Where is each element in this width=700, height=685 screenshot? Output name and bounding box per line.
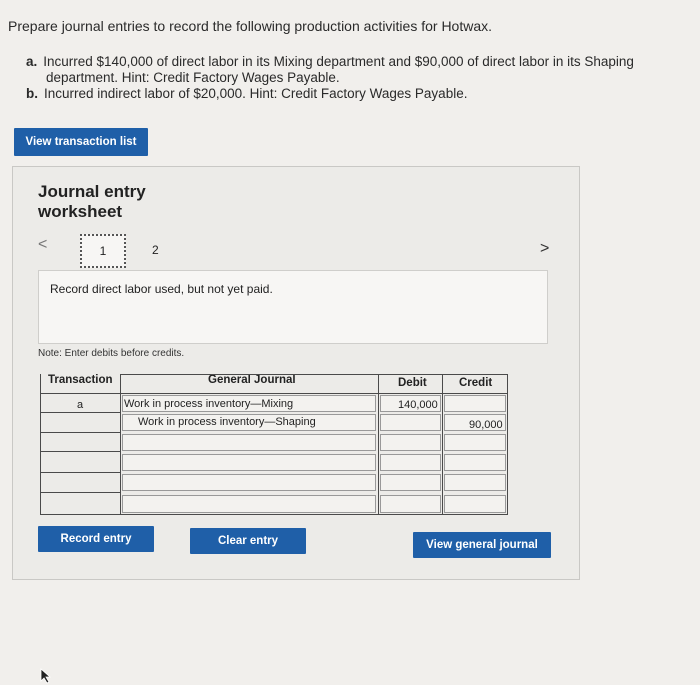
row-5-debit-input[interactable]: [380, 474, 441, 491]
row-5-account-select[interactable]: [122, 474, 376, 491]
item-a: a. Incurred $140,000 of direct labor in i…: [26, 54, 634, 70]
worksheet-title: Journal entry worksheet: [38, 182, 146, 222]
row-1-debit: 140,000: [398, 399, 438, 411]
entry-description: Record direct labor used, but not yet pa…: [50, 282, 273, 296]
rule: [40, 451, 120, 452]
row-2-account: Work in process inventory—Shaping: [138, 416, 316, 428]
rule: [40, 393, 120, 394]
rule: [40, 374, 41, 515]
item-a-label: a.: [26, 54, 38, 69]
row-1-transaction: a: [77, 399, 84, 411]
row-4-debit-input[interactable]: [380, 454, 441, 471]
row-6-debit-input[interactable]: [380, 495, 441, 513]
rule: [120, 514, 508, 515]
view-transaction-list-button[interactable]: View transaction list: [14, 128, 148, 156]
worksheet-title-line1: Journal entry: [38, 182, 146, 201]
view-general-journal-button[interactable]: View general journal: [413, 532, 551, 558]
rule: [40, 492, 120, 493]
page-tab-1[interactable]: 1: [80, 234, 126, 268]
row-6-credit-input[interactable]: [444, 495, 506, 513]
header-general-journal: General Journal: [208, 374, 296, 386]
chevron-right-icon[interactable]: >: [540, 240, 549, 258]
header-transaction: Transaction: [48, 374, 113, 386]
rule: [40, 472, 120, 473]
rule: [378, 374, 379, 515]
row-4-account-select[interactable]: [122, 454, 376, 471]
worksheet-title-line2: worksheet: [38, 202, 123, 221]
journal-worksheet-panel: [12, 166, 580, 580]
item-b-label: b.: [26, 86, 38, 101]
rule: [120, 374, 508, 375]
page-tab-1-label: 1: [99, 244, 107, 258]
row-3-account-select[interactable]: [122, 434, 376, 451]
rule: [442, 374, 443, 515]
item-b-line1: Incurred indirect labor of $20,000. Hint…: [44, 86, 468, 101]
item-b: b. Incurred indirect labor of $20,000. Hi…: [26, 86, 467, 102]
row-6-account-select[interactable]: [122, 495, 376, 513]
page-tab-2[interactable]: 2: [152, 243, 159, 257]
debit-credit-note: Note: Enter debits before credits.: [38, 348, 185, 359]
item-a-line2: department. Hint: Credit Factory Wages P…: [46, 70, 340, 85]
mouse-pointer-icon: [40, 668, 52, 684]
item-a-line1: Incurred $140,000 of direct labor in its…: [43, 54, 634, 69]
question-prompt: Prepare journal entries to record the fo…: [8, 18, 493, 34]
clear-entry-button[interactable]: Clear entry: [190, 528, 306, 554]
rule: [507, 374, 508, 515]
rule: [40, 412, 120, 413]
row-5-credit-input[interactable]: [444, 474, 506, 491]
row-2-debit-input[interactable]: [380, 414, 441, 431]
chevron-left-icon[interactable]: <: [38, 236, 47, 254]
row-2-credit: 90,000: [469, 419, 503, 431]
row-3-debit-input[interactable]: [380, 434, 441, 451]
rule: [40, 432, 120, 433]
row-3-credit-input[interactable]: [444, 434, 506, 451]
rule: [120, 374, 121, 515]
row-1-account: Work in process inventory—Mixing: [124, 398, 294, 410]
rule: [120, 393, 508, 394]
record-entry-button[interactable]: Record entry: [38, 526, 154, 552]
rule: [40, 514, 120, 515]
row-1-credit-input[interactable]: [444, 395, 506, 412]
row-4-credit-input[interactable]: [444, 454, 506, 471]
